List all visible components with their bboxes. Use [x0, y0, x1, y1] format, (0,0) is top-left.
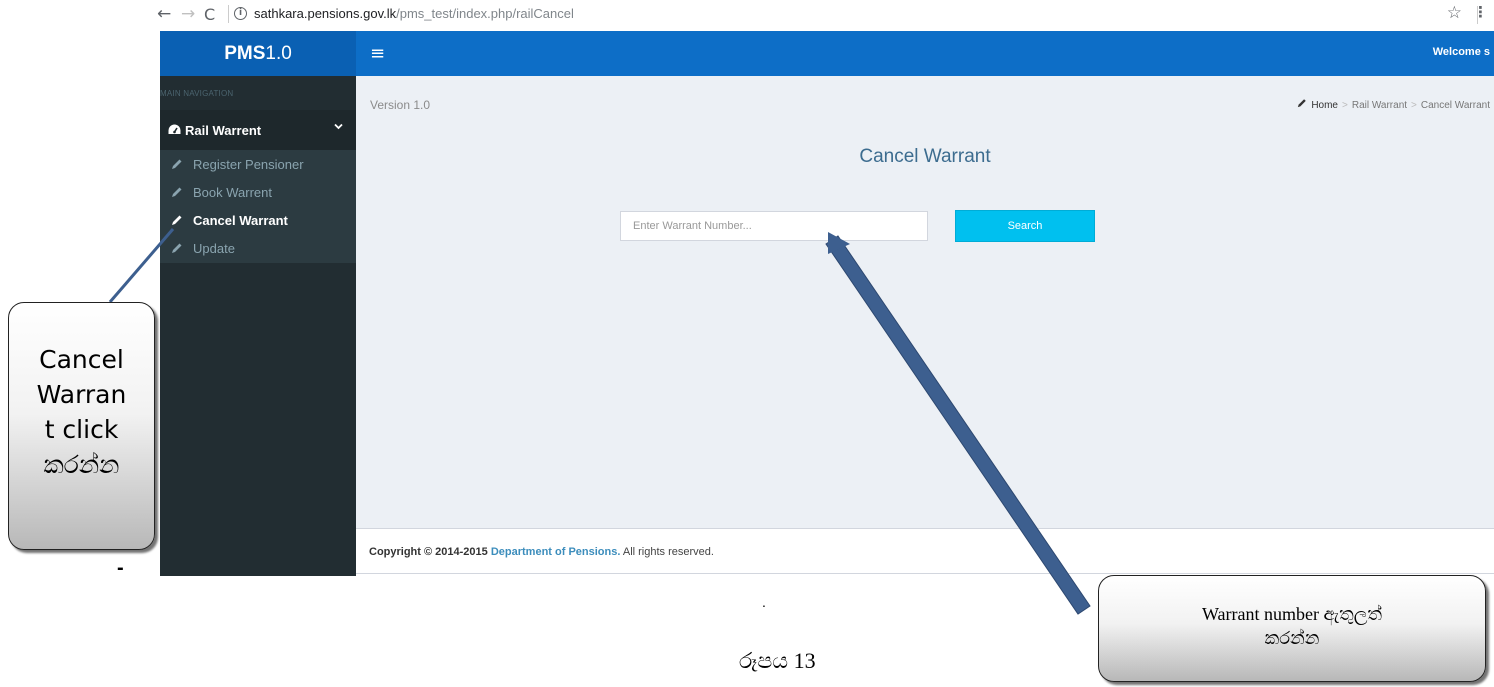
search-button[interactable]: Search [955, 210, 1095, 242]
pencil-icon [171, 186, 183, 201]
sidebar-item-register-pensioner[interactable]: Register Pensioner [160, 152, 356, 180]
info-icon[interactable]: i [234, 7, 247, 20]
breadcrumb-separator: > [1342, 100, 1348, 111]
callout-warrant-number: Warrant number ඇතුලත් කරන්න [1098, 575, 1486, 682]
pencil-icon [171, 214, 183, 229]
forward-arrow-icon[interactable]: → [181, 4, 195, 24]
sidebar-item-cancel-warrant[interactable]: Cancel Warrant [160, 208, 356, 236]
sidebar-item-label: Register Pensioner [193, 157, 304, 172]
sidebar-item-label: Cancel Warrant [193, 213, 288, 228]
sidebar: MAIN NAVIGATION Rail Warrent Register Pe… [160, 76, 356, 576]
callout-text: Cancel Warran t click කරන්න [36, 345, 127, 479]
footer: Copyright © 2014-2015 Department of Pens… [356, 528, 1494, 574]
pencil-icon [1297, 98, 1307, 111]
url-host: sathkara.pensions.gov.lk [254, 6, 397, 21]
sidebar-item-label: Book Warrent [193, 185, 272, 200]
footer-text: Copyright © 2014-2015 Department of Pens… [369, 546, 714, 558]
reload-icon[interactable]: C [204, 5, 215, 24]
sidebar-submenu: Register Pensioner Book Warrent Cancel W… [160, 150, 356, 263]
browser-url-bar: ← → C i sathkara.pensions.gov.lk/pms_tes… [150, 0, 1494, 31]
bookmark-star-icon[interactable]: ☆ [1447, 3, 1462, 23]
breadcrumb: Home > Rail Warrant > Cancel Warrant [1297, 98, 1490, 111]
rights-text: All rights reserved. [622, 546, 714, 558]
callout-cancel-warrant: Cancel Warran t click කරන්න [8, 302, 155, 550]
sidebar-toggle-icon[interactable]: ≡ [370, 43, 385, 64]
address-bar[interactable]: i sathkara.pensions.gov.lk/pms_test/inde… [228, 4, 1468, 26]
sidebar-menu-rail-warrent[interactable]: Rail Warrent [160, 110, 356, 150]
main-content: Version 1.0 Home > Rail Warrant > Cancel War… [356, 76, 1494, 528]
sidebar-header: MAIN NAVIGATION [160, 89, 234, 98]
breadcrumb-cancel-warrant: Cancel Warrant [1420, 100, 1490, 111]
url-divider [228, 5, 229, 23]
sidebar-item-book-warrent[interactable]: Book Warrent [160, 180, 356, 208]
url-path: /pms_test/index.php/railCancel [396, 6, 574, 21]
sidebar-item-label: Update [193, 241, 235, 256]
breadcrumb-separator: > [1411, 100, 1417, 111]
browser-menu-icon[interactable]: ⋮ [1473, 3, 1488, 21]
breadcrumb-home[interactable]: Home [1311, 100, 1338, 111]
logo-version-text: 1.0 [265, 43, 292, 64]
url-text[interactable]: sathkara.pensions.gov.lk/pms_test/index.… [254, 6, 574, 21]
logo-bold-text: PMS [224, 43, 266, 64]
breadcrumb-rail-warrant[interactable]: Rail Warrant [1352, 100, 1407, 111]
dot-mark: . [762, 594, 766, 610]
pencil-icon [171, 242, 183, 257]
back-arrow-icon[interactable]: ← [157, 4, 171, 24]
copyright-text: Copyright © 2014-2015 [369, 546, 488, 558]
app-header: PMS1.0 ≡ Welcome s [160, 31, 1494, 76]
sidebar-menu-label: Rail Warrent [185, 123, 262, 138]
sidebar-item-update[interactable]: Update [160, 236, 356, 264]
page-title: Cancel Warrant [859, 146, 991, 167]
chevron-down-icon [334, 122, 343, 133]
warrant-number-input[interactable] [620, 211, 928, 241]
dash-mark: - [117, 557, 124, 579]
version-label: Version 1.0 [370, 98, 431, 112]
app-logo[interactable]: PMS1.0 [160, 31, 356, 76]
welcome-user[interactable]: Welcome s [1433, 46, 1490, 58]
figure-caption: රූපය 13 [739, 648, 816, 673]
callout-text: Warrant number ඇතුලත් කරන්න [1201, 604, 1383, 648]
pencil-icon [171, 158, 183, 173]
dashboard-icon [168, 124, 181, 138]
department-link[interactable]: Department of Pensions. [491, 546, 621, 558]
